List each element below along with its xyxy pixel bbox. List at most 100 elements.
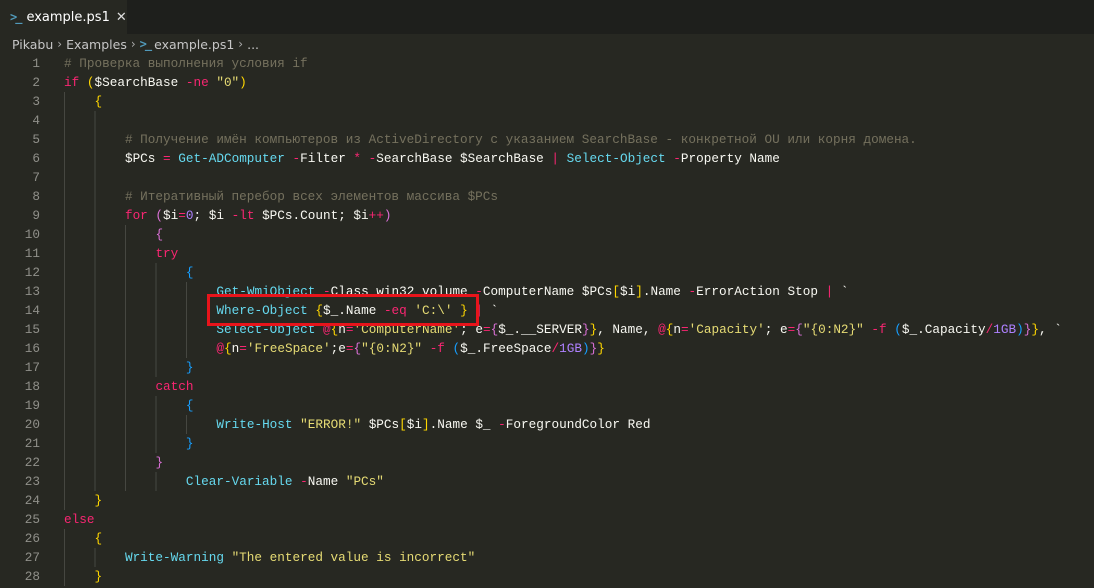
code-content: } xyxy=(64,453,163,472)
code-token: - xyxy=(673,151,681,166)
code-token: = xyxy=(345,341,354,356)
line-number: 11 xyxy=(24,246,40,261)
code-token: } xyxy=(155,455,164,470)
code-token: .Name xyxy=(642,284,689,299)
code-token: | xyxy=(825,284,834,299)
code-content: Write-Host "ERROR!" $PCs[$i] .Name $_ - Fo… xyxy=(64,415,650,434)
code-token: .Name $_ xyxy=(429,417,499,432)
code-token: $_.__SERVER xyxy=(498,322,582,337)
code-token: { xyxy=(224,341,232,356)
code-line[interactable]: 22} xyxy=(0,453,1094,472)
code-token: { xyxy=(795,322,803,337)
code-line[interactable]: 27 Write-Warning "The entered value is in… xyxy=(0,548,1094,567)
code-line[interactable]: 20 Write-Host "ERROR!" $PCs[$i] .Name $_ -… xyxy=(0,415,1094,434)
code-token: ( xyxy=(86,75,95,90)
code-line[interactable]: 25 else xyxy=(0,510,1094,529)
indent-guide xyxy=(64,282,217,301)
indent-guide xyxy=(64,111,125,130)
tab-example-ps1[interactable]: >_ example.ps1 ✕ xyxy=(0,0,127,34)
indent-guide xyxy=(64,529,95,548)
code-line[interactable]: 14 Where-Object {$_.Name -eq 'C:\' } | ` xyxy=(0,301,1094,320)
code-line[interactable]: 1 # Проверка выполнения условия if xyxy=(0,54,1094,73)
code-token: [ xyxy=(399,417,407,432)
code-line[interactable]: 17} xyxy=(0,358,1094,377)
code-token: ( xyxy=(155,208,164,223)
code-token: - xyxy=(688,284,697,299)
code-line[interactable]: 24} xyxy=(0,491,1094,510)
code-content: } xyxy=(64,491,102,510)
code-line[interactable]: 26 { xyxy=(0,529,1094,548)
code-token: else xyxy=(64,512,95,527)
code-token: ) xyxy=(383,208,392,223)
code-token: | xyxy=(551,151,560,166)
code-line[interactable]: 15 Select-Object @{n = 'ComputerName'; e ={$… xyxy=(0,320,1094,339)
indent-guide xyxy=(64,491,95,510)
code-line[interactable]: 18 catch xyxy=(0,377,1094,396)
code-token: Property Name xyxy=(680,151,780,166)
tab-bar: >_ example.ps1 ✕ xyxy=(0,0,1094,34)
code-line[interactable]: 8 # Итеративный перебор всех элементов ма… xyxy=(0,187,1094,206)
code-content: } xyxy=(64,358,194,377)
code-token: / xyxy=(985,322,994,337)
code-line[interactable]: 21} xyxy=(0,434,1094,453)
indent-guide xyxy=(64,434,186,453)
code-line[interactable]: 10 { xyxy=(0,225,1094,244)
code-token: - xyxy=(292,151,301,166)
indent-guide xyxy=(64,92,95,111)
code-token: [ xyxy=(612,284,620,299)
code-token: $i xyxy=(163,208,179,223)
breadcrumb-item[interactable]: example.ps1 xyxy=(154,37,234,52)
code-token: = xyxy=(163,151,171,166)
code-line[interactable]: 5 # Получение имён компьютеров из ActiveD… xyxy=(0,130,1094,149)
code-line[interactable]: 16 @{n = 'FreeSpace' ;e ={"{0:N2}" -f ($_.Fre… xyxy=(0,339,1094,358)
code-line[interactable]: 12 { xyxy=(0,263,1094,282)
code-line[interactable]: 11 try xyxy=(0,244,1094,263)
code-line[interactable]: 28} xyxy=(0,567,1094,586)
code-token: } xyxy=(94,569,103,584)
code-token: ] xyxy=(422,417,430,432)
code-token: Name xyxy=(307,474,346,489)
code-editor[interactable]: 1 # Проверка выполнения условия if 2 if ($S… xyxy=(0,54,1094,586)
code-line[interactable]: 3{ xyxy=(0,92,1094,111)
code-line[interactable]: 13 Get-WmiObject - Class win32_volume - Com… xyxy=(0,282,1094,301)
code-line[interactable]: 23 Clear-Variable - Name "PCs" xyxy=(0,472,1094,491)
code-line[interactable]: 2 if ($SearchBase -ne "0") xyxy=(0,73,1094,92)
code-token: if xyxy=(64,75,80,90)
code-token: Filter xyxy=(300,151,354,166)
breadcrumb-item[interactable]: Examples xyxy=(66,37,127,52)
indent-guide xyxy=(64,206,125,225)
code-line[interactable]: 7 xyxy=(0,168,1094,187)
code-token: try xyxy=(155,246,179,261)
code-token: , Name, xyxy=(597,322,659,337)
line-number: 1 xyxy=(32,56,40,71)
code-token: "The entered value is incorrect" xyxy=(231,550,476,565)
code-token: / xyxy=(551,341,560,356)
breadcrumb-item[interactable]: Pikabu xyxy=(12,37,53,52)
highlight-box xyxy=(207,294,479,326)
code-token: SearchBase $SearchBase xyxy=(376,151,552,166)
code-token: { xyxy=(155,227,164,242)
breadcrumb-item[interactable]: ... xyxy=(247,37,259,52)
code-token: $PCs.Count; $i xyxy=(254,208,369,223)
code-line[interactable]: 9 for ($i = 0; $i -lt $PCs.Count; $i ++) xyxy=(0,206,1094,225)
close-icon[interactable]: ✕ xyxy=(116,10,127,25)
line-number: 16 xyxy=(24,341,40,356)
line-number: 21 xyxy=(24,436,40,451)
line-number: 14 xyxy=(24,303,40,318)
code-token: Get-ADComputer xyxy=(178,151,285,166)
code-token: ( xyxy=(452,341,461,356)
code-line[interactable]: 6 $PCs = Get-ADComputer - Filter * - Search… xyxy=(0,149,1094,168)
code-token: 0 xyxy=(185,208,194,223)
code-content: { xyxy=(64,92,102,111)
line-number: 17 xyxy=(24,360,40,375)
code-line[interactable]: 4 xyxy=(0,111,1094,130)
code-token: for xyxy=(124,208,148,223)
code-token: ; $i xyxy=(193,208,232,223)
code-token: ` xyxy=(833,284,849,299)
code-token: Select-Object xyxy=(566,151,666,166)
code-token: { xyxy=(94,94,103,109)
code-line[interactable]: 19 { xyxy=(0,396,1094,415)
